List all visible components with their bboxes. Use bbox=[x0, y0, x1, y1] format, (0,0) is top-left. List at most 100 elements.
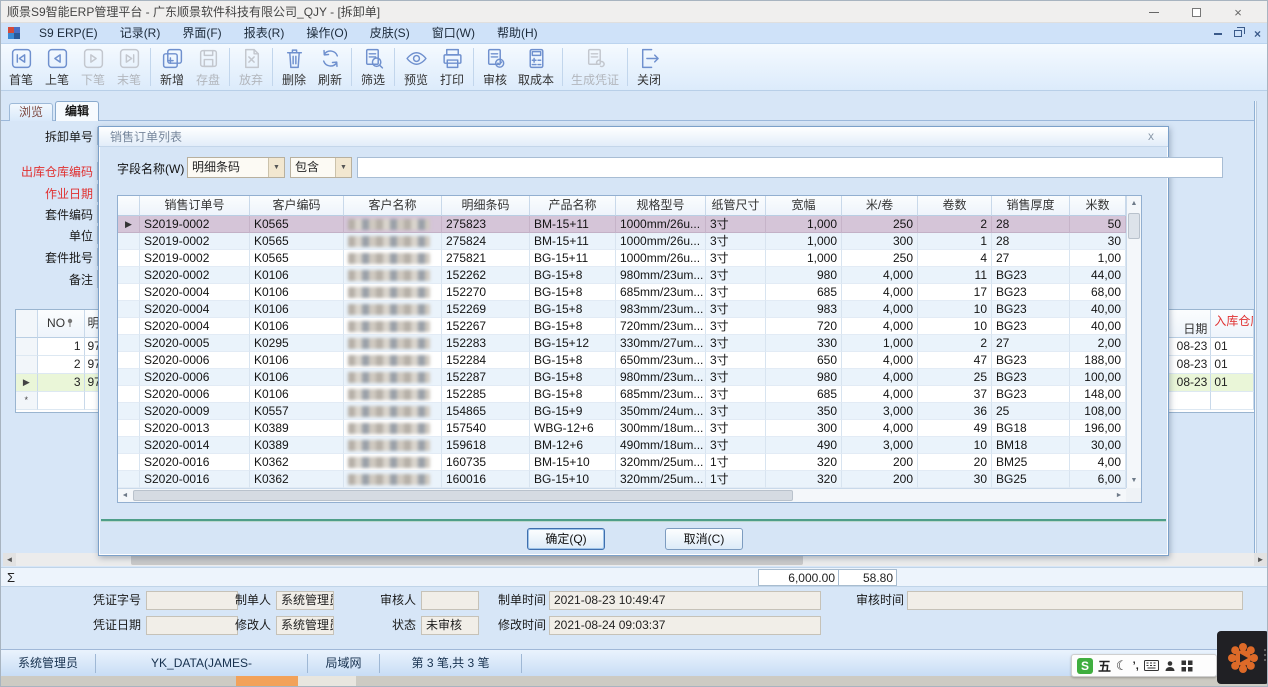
moon-fullhalf-icon[interactable]: ☾ bbox=[1116, 658, 1128, 674]
vscroll-thumb[interactable] bbox=[1128, 213, 1140, 239]
column-header-9[interactable]: 米/卷 bbox=[842, 196, 918, 216]
table-row[interactable]: S2019-0002K0565275824BM-15+111000mm/26u.… bbox=[118, 233, 1141, 250]
mdi-minimize-icon[interactable] bbox=[1214, 33, 1222, 35]
wubi-mode-icon[interactable]: 五 bbox=[1098, 656, 1111, 675]
toolbar-button-cost[interactable]: 取成本 bbox=[513, 45, 559, 89]
mdi-restore-icon[interactable] bbox=[1234, 30, 1242, 37]
menu-item[interactable]: 界面(F) bbox=[171, 23, 232, 44]
menu-item[interactable]: 操作(O) bbox=[295, 23, 358, 44]
table-row[interactable]: S2020-0016K0362160735BM-15+10320mm/25um.… bbox=[118, 454, 1141, 471]
soft-keyboard-icon[interactable] bbox=[1144, 660, 1159, 671]
column-header-11[interactable]: 销售厚度 bbox=[992, 196, 1070, 216]
table-row[interactable]: S2020-0004K0106152269BG-15+8983mm/23um..… bbox=[118, 301, 1141, 318]
taskbar-button[interactable] bbox=[298, 676, 356, 687]
dialog-title: 销售订单列表 bbox=[110, 128, 182, 145]
table-row[interactable]: S2020-0014K0389159618BM-12+6490mm/18um..… bbox=[118, 437, 1141, 454]
column-header-5[interactable]: 产品名称 bbox=[530, 196, 616, 216]
table-row[interactable]: S2020-0004K0106152267BG-15+8720mm/23um..… bbox=[118, 318, 1141, 335]
table-row[interactable]: S2020-0016K0362160016BG-15+10320mm/25um.… bbox=[118, 471, 1141, 488]
scroll-down-icon[interactable]: ▼ bbox=[1127, 473, 1141, 488]
toolbar-separator bbox=[562, 48, 563, 86]
cell: K0106 bbox=[250, 267, 344, 284]
chevron-down-icon[interactable]: ▼ bbox=[268, 158, 284, 177]
field-name-dropdown[interactable]: 明细条码 ▼ bbox=[187, 157, 285, 178]
table-row[interactable]: S2020-0004K0106152270BG-15+8685mm/23um..… bbox=[118, 284, 1141, 301]
hscroll-thumb[interactable] bbox=[133, 490, 793, 501]
toolbox-grid-icon[interactable] bbox=[1181, 660, 1193, 672]
toolbar-button-audit[interactable]: 审核 bbox=[477, 45, 513, 89]
menu-item[interactable]: 记录(R) bbox=[109, 23, 172, 44]
dialog-close-icon[interactable]: x bbox=[1144, 129, 1158, 143]
sogou-input-icon[interactable]: S bbox=[1077, 658, 1093, 674]
column-header-10[interactable]: 卷数 bbox=[918, 196, 992, 216]
confirm-button[interactable]: 确定(Q) bbox=[527, 528, 605, 550]
column-header-4[interactable]: 明细条码 bbox=[442, 196, 530, 216]
tab-browse[interactable]: 浏览 bbox=[9, 103, 53, 121]
menu-item[interactable]: 帮助(H) bbox=[486, 23, 549, 44]
column-header-12[interactable]: 米数 bbox=[1070, 196, 1126, 216]
column-header-3[interactable]: 客户名称 bbox=[344, 196, 442, 216]
table-row[interactable]: S2020-0013K0389157540WBG-12+6300mm/18um.… bbox=[118, 420, 1141, 437]
dialog-titlebar[interactable]: 销售订单列表 x bbox=[99, 127, 1168, 147]
window-close-button[interactable]: × bbox=[1217, 1, 1259, 23]
scroll-right-icon[interactable]: ► bbox=[1112, 489, 1126, 502]
scroll-left-icon[interactable]: ◄ bbox=[118, 489, 132, 502]
table-row[interactable]: S2020-0006K0106152285BG-15+8685mm/23um..… bbox=[118, 386, 1141, 403]
search-input[interactable] bbox=[357, 157, 1223, 178]
column-header-7[interactable]: 纸管尺寸 bbox=[706, 196, 766, 216]
cell bbox=[344, 352, 442, 369]
user-icon[interactable] bbox=[1164, 660, 1176, 672]
toolbar-button-print[interactable]: 打印 bbox=[434, 45, 470, 89]
window-restore-button[interactable] bbox=[1175, 1, 1217, 23]
table-row[interactable]: S2020-0005K0295152283BG-15+12330mm/27um.… bbox=[118, 335, 1141, 352]
cell bbox=[344, 420, 442, 437]
column-header-6[interactable]: 规格型号 bbox=[616, 196, 706, 216]
toolbar-button-nav-first[interactable]: 首笔 bbox=[3, 45, 39, 89]
table-row[interactable]: * bbox=[16, 392, 110, 410]
pin-icon bbox=[66, 318, 74, 327]
window-minimize-button[interactable] bbox=[1133, 1, 1175, 23]
table-row[interactable]: S2020-0009K0557154865BG-15+9350mm/24um..… bbox=[118, 403, 1141, 420]
chevron-down-icon[interactable]: ▼ bbox=[335, 158, 351, 177]
column-header-8[interactable]: 宽幅 bbox=[766, 196, 842, 216]
punctuation-mode-icon[interactable]: ’, bbox=[1133, 660, 1139, 672]
right-grid-warehouse-header[interactable]: 入库仓库 bbox=[1211, 310, 1254, 338]
menu-item[interactable]: 窗口(W) bbox=[421, 23, 486, 44]
toolbar-button-preview[interactable]: 预览 bbox=[398, 45, 434, 89]
table-row[interactable]: ▶S2019-0002K0565275823BM-15+111000mm/26u… bbox=[118, 216, 1141, 233]
toolbar-button-nav-prev[interactable]: 上笔 bbox=[39, 45, 75, 89]
toolbar-button-refresh[interactable]: 刷新 bbox=[312, 45, 348, 89]
mdi-close-icon[interactable]: × bbox=[1254, 27, 1261, 41]
menu-item[interactable]: 报表(R) bbox=[233, 23, 296, 44]
operator-dropdown[interactable]: 包含 ▼ bbox=[290, 157, 352, 178]
table-row[interactable]: S2020-0006K0106152287BG-15+8980mm/23um..… bbox=[118, 369, 1141, 386]
table-row[interactable]: S2020-0002K0106152262BG-15+8980mm/23um..… bbox=[118, 267, 1141, 284]
scroll-up-icon[interactable]: ▲ bbox=[1127, 196, 1141, 211]
tab-edit[interactable]: 编辑 bbox=[55, 101, 99, 121]
table-vertical-scrollbar[interactable]: ▲ ▼ bbox=[1126, 196, 1141, 488]
column-header-2[interactable]: 客户编码 bbox=[250, 196, 344, 216]
table-row[interactable]: S2020-0006K0106152284BG-15+8650mm/23um..… bbox=[118, 352, 1141, 369]
table-horizontal-scrollbar[interactable]: ◄ ► bbox=[118, 488, 1126, 502]
cell: 27 bbox=[992, 335, 1070, 352]
table-row[interactable]: S2019-0002K0565275821BG-15+111000mm/26u.… bbox=[118, 250, 1141, 267]
cell: 152270 bbox=[442, 284, 530, 301]
table-row[interactable]: ▶397792 bbox=[16, 374, 110, 392]
toolbar-button-add[interactable]: 新增 bbox=[154, 45, 190, 89]
cell: S2020-0013 bbox=[140, 420, 250, 437]
toolbar-button-close-form[interactable]: 关闭 bbox=[631, 45, 667, 89]
cancel-button[interactable]: 取消(C) bbox=[665, 528, 743, 550]
toolbar-button-filter[interactable]: 筛选 bbox=[355, 45, 391, 89]
menu-item[interactable]: S9 ERP(E) bbox=[28, 23, 109, 44]
taskbar-active-button[interactable] bbox=[236, 676, 298, 687]
screen-recorder-overlay[interactable] bbox=[1217, 631, 1268, 684]
table-row[interactable]: 297792 bbox=[16, 356, 110, 374]
menu-item[interactable]: 皮肤(S) bbox=[359, 23, 421, 44]
column-header-1[interactable]: 销售订单号 bbox=[140, 196, 250, 216]
toolbar-button-delete[interactable]: 删除 bbox=[276, 45, 312, 89]
cell: 320 bbox=[766, 471, 842, 488]
table-row[interactable]: 197792 bbox=[16, 338, 110, 356]
toolbar-button-label: 审核 bbox=[483, 71, 507, 88]
scroll-left-icon[interactable]: ◄ bbox=[3, 553, 16, 566]
scroll-right-icon[interactable]: ► bbox=[1254, 553, 1267, 566]
